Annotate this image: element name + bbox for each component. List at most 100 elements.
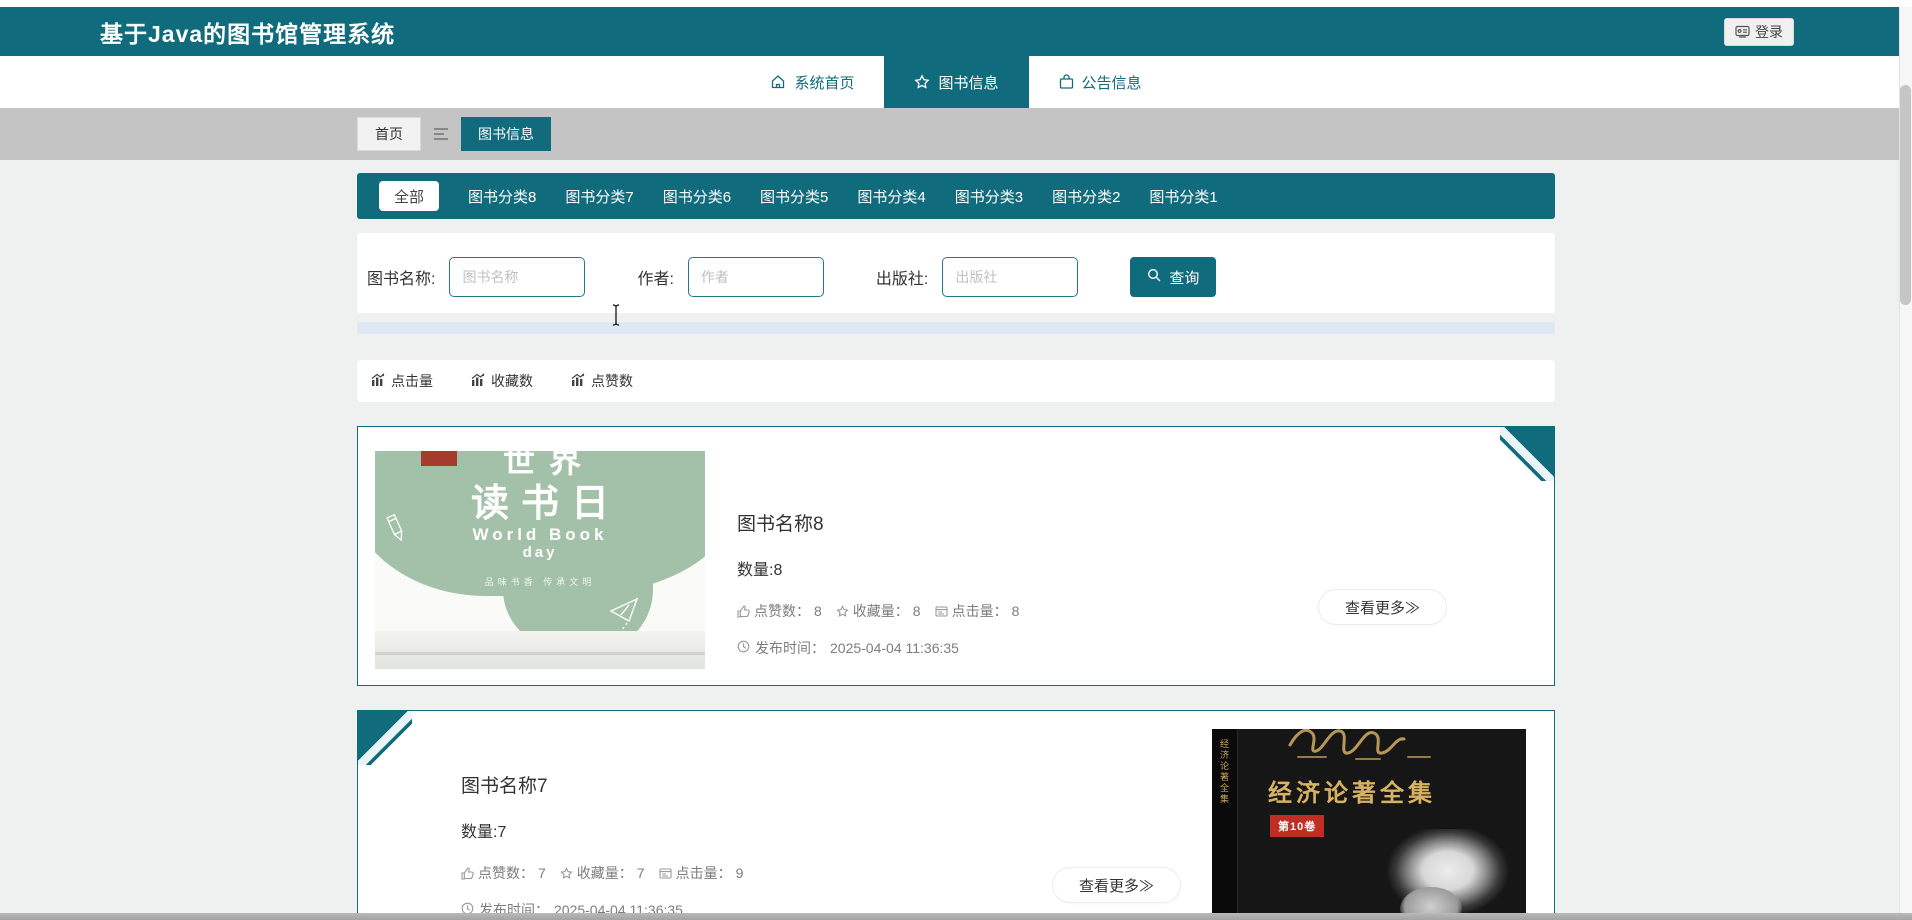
breadcrumb-current-button[interactable]: 图书信息	[461, 117, 551, 151]
favorites-label: 收藏量：	[576, 865, 633, 881]
clicks-stat: 点击量： 9	[659, 863, 744, 883]
poster-subtitle-2: day	[522, 544, 558, 561]
search-group-name: 图书名称:	[367, 257, 586, 297]
time-label: 发布时间：	[755, 640, 825, 656]
book-quantity: 数量:8	[737, 562, 783, 579]
search-group-author: 作者:	[637, 257, 824, 297]
book-cover-image: 世界 读书日 World Book day 品味书香 传承文明	[375, 451, 705, 669]
clicks-value: 8	[1011, 603, 1020, 619]
main-content: 全部 图书分类8 图书分类7 图书分类6 图书分类5 图书分类4 图书分类3 图…	[357, 173, 1555, 920]
poster-subtitle: World Book	[472, 525, 608, 544]
breadcrumb-bar: 首页 图书信息	[0, 108, 1912, 160]
book-stats-row: 点赞数： 8 收藏量： 8 点击量： 8	[737, 601, 1019, 621]
sort-by-favorites[interactable]: 收藏数	[471, 371, 533, 391]
tab-label: 图书信息	[938, 74, 999, 92]
favorites-value: 8	[912, 603, 921, 619]
tab-label: 系统首页	[794, 74, 855, 92]
time-value: 2025-04-04 11:36:35	[830, 640, 959, 656]
likes-stat: 点赞数： 7	[461, 863, 546, 883]
thumbs-up-icon	[737, 604, 750, 618]
browse-icon	[659, 867, 672, 880]
chart-icon	[571, 373, 585, 389]
query-button[interactable]: 查询	[1130, 257, 1217, 297]
tab-notice-info[interactable]: 公告信息	[1029, 56, 1172, 108]
tab-book-info[interactable]: 图书信息	[884, 56, 1029, 108]
star-outline-icon	[560, 866, 573, 880]
publisher-input[interactable]	[942, 257, 1079, 297]
breadcrumb-separator-icon	[434, 128, 448, 140]
top-edge-strip	[0, 0, 1912, 7]
category-link-4[interactable]: 图书分类4	[857, 186, 925, 207]
breadcrumb-home-button[interactable]: 首页	[357, 117, 421, 151]
clicks-label: 点击量：	[951, 603, 1008, 619]
book-name-label: 图书名称:	[367, 271, 436, 288]
cover-title: 经济论著全集	[1268, 780, 1436, 807]
likes-stat: 点赞数： 8	[737, 601, 822, 621]
category-link-1[interactable]: 图书分类1	[1149, 186, 1217, 207]
scrollbar-thumb[interactable]	[1900, 85, 1911, 305]
book-card-8: 世界 读书日 World Book day 品味书香 传承文明 图书名称8 数量…	[357, 426, 1555, 686]
cover-volume-badge: 第10卷	[1270, 815, 1325, 837]
author-input[interactable]	[687, 257, 824, 297]
cover-spine-text: 经济论著全集	[1219, 739, 1229, 805]
corner-fold-icon	[358, 711, 412, 765]
category-link-5[interactable]: 图书分类5	[760, 186, 828, 207]
main-nav: 系统首页 图书信息 公告信息	[0, 56, 1912, 108]
bottom-edge-strip	[0, 913, 1912, 920]
text-cursor-icon	[610, 303, 622, 332]
likes-label: 点赞数：	[478, 865, 534, 881]
view-more-button[interactable]: 查看更多≫	[1317, 589, 1447, 625]
category-link-3[interactable]: 图书分类3	[955, 186, 1023, 207]
poster-tagline: 品味书香 传承文明	[484, 577, 596, 587]
chart-icon	[471, 373, 485, 389]
book-cover-image: 经济论著全集 经济论著全集 第10卷	[1212, 729, 1526, 920]
sort-label: 点赞数	[591, 373, 633, 389]
poster-title: 读书日	[470, 483, 621, 525]
sort-by-likes[interactable]: 点赞数	[571, 371, 633, 391]
bag-icon	[1059, 74, 1074, 90]
query-label: 查询	[1169, 269, 1200, 287]
chart-icon	[371, 373, 385, 389]
book-card-7: 图书名称7 数量:7 点赞数： 7 收藏量： 7 点击量： 9 发布时间： 20…	[357, 710, 1555, 920]
login-label: 登录	[1755, 23, 1783, 40]
search-icon	[1147, 268, 1161, 286]
likes-label: 点赞数：	[754, 603, 810, 619]
star-icon	[914, 74, 931, 90]
category-bar: 全部 图书分类8 图书分类7 图书分类6 图书分类5 图书分类4 图书分类3 图…	[357, 173, 1555, 219]
thumbs-up-icon	[461, 866, 474, 880]
likes-value: 7	[538, 865, 546, 881]
author-label: 作者:	[637, 271, 674, 288]
book-info: 图书名称8 数量:8 点赞数： 8 收藏量： 8 点击量： 8 发布时间： 20…	[737, 451, 1019, 685]
calligraphy-icon	[1278, 729, 1448, 768]
category-link-6[interactable]: 图书分类6	[663, 186, 731, 207]
category-link-8[interactable]: 图书分类8	[468, 186, 536, 207]
clicks-value: 9	[735, 865, 744, 881]
star-outline-icon	[836, 604, 849, 618]
login-icon	[1735, 25, 1750, 38]
app-header: 基于Java的图书馆管理系统 登录	[0, 7, 1912, 56]
poster-red-tag	[421, 451, 457, 466]
tab-label: 公告信息	[1081, 74, 1142, 92]
favorites-stat: 收藏量： 8	[836, 601, 921, 621]
cover-portrait-photo	[1326, 829, 1526, 920]
category-all-pill[interactable]: 全部	[379, 181, 440, 211]
category-link-7[interactable]: 图书分类7	[565, 186, 633, 207]
view-more-button[interactable]: 查看更多≫	[1051, 867, 1181, 903]
breadcrumb: 首页 图书信息	[357, 117, 1555, 151]
publisher-label: 出版社:	[875, 271, 929, 288]
clock-icon	[737, 640, 750, 656]
favorites-value: 7	[636, 865, 645, 881]
book-title: 图书名称8	[737, 514, 824, 535]
tab-system-home[interactable]: 系统首页	[740, 56, 884, 108]
login-button[interactable]: 登录	[1724, 17, 1794, 46]
sort-by-clicks[interactable]: 点击量	[371, 371, 433, 391]
search-group-publisher: 出版社:	[875, 257, 1079, 297]
likes-value: 8	[814, 603, 822, 619]
corner-fold-icon	[1500, 427, 1554, 481]
publish-time-row: 发布时间： 2025-04-04 11:36:35	[737, 638, 1019, 658]
search-panel: 图书名称: 作者: 出版社: 查询	[357, 233, 1555, 313]
browse-icon	[935, 605, 948, 618]
clicks-label: 点击量：	[675, 865, 732, 881]
book-name-input[interactable]	[449, 257, 586, 297]
category-link-2[interactable]: 图书分类2	[1052, 186, 1120, 207]
